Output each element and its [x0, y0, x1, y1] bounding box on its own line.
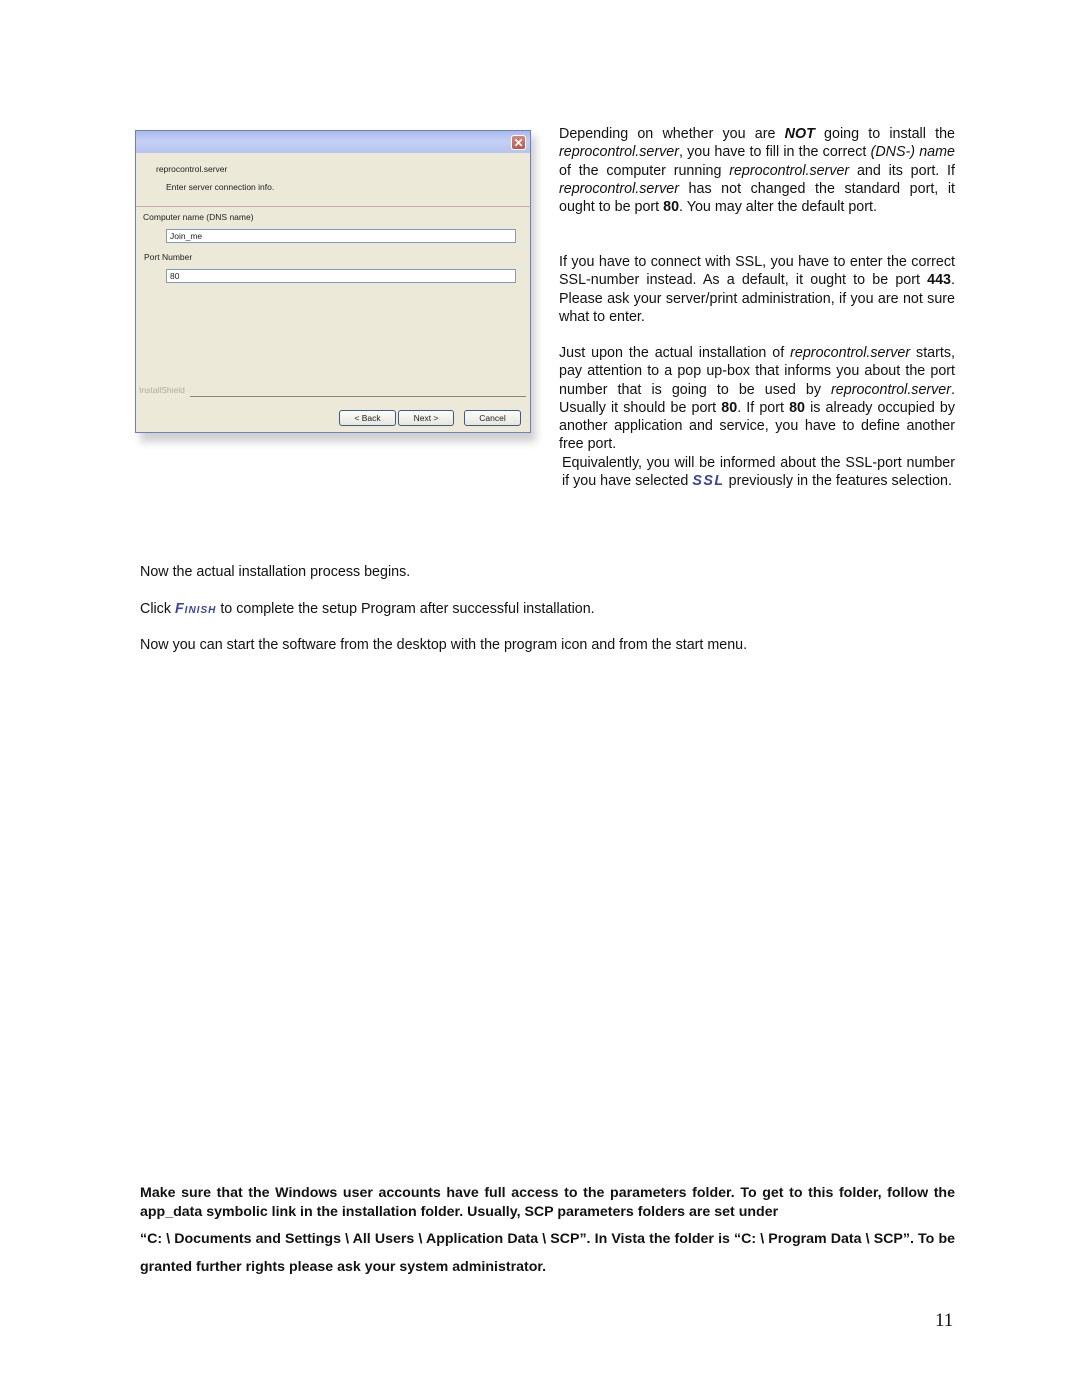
cancel-button[interactable]: Cancel: [464, 410, 521, 426]
start-software-text: Now you can start the software from the …: [140, 637, 748, 653]
dialog-title: reprocontrol.server: [156, 164, 228, 174]
close-icon[interactable]: ✕: [511, 135, 526, 150]
text: of the computer running: [559, 162, 730, 179]
dns-name-label: Computer name (DNS name): [143, 212, 254, 222]
header-separator: [136, 206, 530, 207]
dialog-titlebar: ✕: [136, 131, 530, 153]
emphasis-not: NOT: [784, 126, 815, 142]
dns-name-term: (DNS-) name: [870, 144, 955, 161]
dialog-subtitle: Enter server connection info.: [166, 182, 275, 192]
dialog-header: reprocontrol.server Enter server connect…: [136, 153, 530, 205]
permissions-notice: Make sure that the Windows user accounts…: [140, 1184, 955, 1281]
install-begins-text: Now the actual installation process begi…: [140, 564, 411, 580]
product-name: reprocontrol.server: [831, 381, 952, 398]
notice-line-2: “C: \ Documents and Settings \ All Users…: [140, 1231, 955, 1275]
text: . If port: [737, 399, 790, 416]
product-name: reprocontrol.server: [559, 180, 679, 197]
port-value: 80: [789, 399, 805, 416]
port-number-label: Port Number: [144, 252, 193, 262]
text: and its port. If: [849, 162, 955, 179]
back-button[interactable]: < Back: [339, 410, 396, 426]
port-value: 80: [663, 199, 680, 216]
text: Depending on whether you are: [559, 126, 785, 142]
text: . You may alter the default port.: [679, 199, 877, 216]
text: going to install the: [814, 126, 955, 142]
product-name: reprocontrol.server: [790, 345, 911, 361]
text: , you have to fill in the correct: [678, 144, 871, 161]
ssl-keyword: SSL: [692, 473, 725, 490]
installer-dialog-screenshot: ✕ reprocontrol.server Enter server conne…: [135, 130, 531, 433]
text: Just upon the actual installation of: [559, 345, 791, 361]
text: to complete the setup Program after succ…: [216, 601, 595, 617]
paragraph-port-popup: Just upon the actual installation of rep…: [559, 344, 955, 454]
finish-keyword: Finish: [174, 601, 217, 617]
text: If you have to connect with SSL, you hav…: [559, 254, 955, 289]
paragraph-dns-name: Depending on whether you are NOT going t…: [559, 125, 955, 216]
text: previously in the features selection.: [724, 473, 952, 490]
port-number-input[interactable]: [166, 269, 516, 283]
paragraph-ssl: If you have to connect with SSL, you hav…: [559, 253, 955, 326]
paragraph-ssl-port: Equivalently, you will be informed about…: [562, 454, 955, 491]
product-name: reprocontrol.server: [559, 144, 679, 161]
product-name: reprocontrol.server: [729, 162, 850, 179]
next-button[interactable]: Next >: [398, 410, 454, 426]
installshield-brand: InstallShield: [139, 385, 185, 395]
port-value: 443: [927, 272, 952, 289]
finish-instruction: Click Finish to complete the setup Progr…: [140, 600, 595, 618]
notice-line-1: Make sure that the Windows user accounts…: [140, 1185, 955, 1220]
port-value: 80: [721, 399, 738, 416]
page-number: 11: [935, 1310, 954, 1331]
text: Click: [140, 601, 175, 617]
footer-separator: [190, 396, 526, 397]
dns-name-input[interactable]: [166, 229, 516, 243]
